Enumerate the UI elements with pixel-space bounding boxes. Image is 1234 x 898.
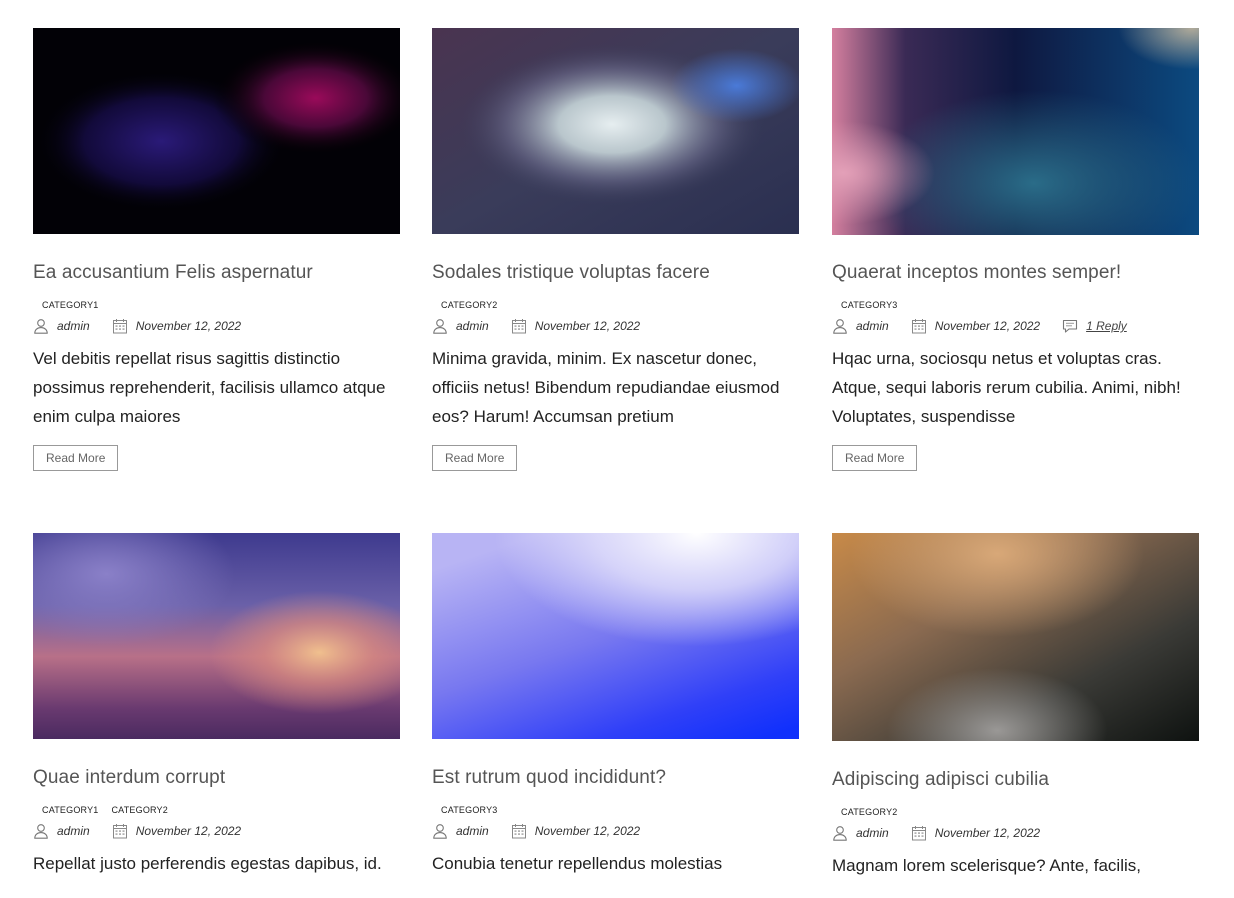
- user-icon: [832, 318, 848, 334]
- post-author: admin: [33, 318, 90, 334]
- post-categories: CATEGORY3: [432, 800, 799, 815]
- author-name[interactable]: admin: [456, 824, 489, 838]
- date-text[interactable]: November 12, 2022: [535, 319, 640, 333]
- category-link[interactable]: CATEGORY2: [111, 805, 167, 815]
- user-icon: [432, 318, 448, 334]
- calendar-icon: [112, 823, 128, 839]
- post-thumbnail[interactable]: [432, 28, 799, 234]
- author-name[interactable]: admin: [856, 826, 889, 840]
- post-thumbnail[interactable]: [33, 533, 400, 739]
- post-excerpt: Minima gravida, minim. Ex nascetur donec…: [432, 349, 780, 426]
- post-author: admin: [832, 825, 889, 841]
- post-categories: CATEGORY2: [832, 802, 1199, 817]
- post-card: Est rutrum quod incididunt? CATEGORY3 ad…: [432, 533, 799, 878]
- date-text[interactable]: November 12, 2022: [935, 319, 1040, 333]
- post-meta: admin November 12, 2022 1 Reply: [832, 316, 1199, 336]
- post-excerpt: Conubia tenetur repellendus molestias: [432, 854, 723, 873]
- post-card: Ea accusantium Felis aspernatur CATEGORY…: [33, 28, 400, 471]
- category-link[interactable]: CATEGORY2: [841, 807, 897, 817]
- post-title[interactable]: Sodales tristique voluptas facere: [432, 260, 799, 286]
- post-thumbnail[interactable]: [432, 533, 799, 739]
- post-excerpt: Repellat justo perferendis egestas dapib…: [33, 854, 382, 873]
- comments-link[interactable]: 1 Reply: [1086, 319, 1127, 333]
- category-link[interactable]: CATEGORY3: [841, 300, 897, 310]
- post-excerpt: Magnam lorem scelerisque? Ante, facilis,: [832, 856, 1141, 875]
- category-link[interactable]: CATEGORY1: [42, 300, 98, 310]
- user-icon: [432, 823, 448, 839]
- post-date: November 12, 2022: [911, 318, 1040, 334]
- read-more-button[interactable]: Read More: [33, 445, 119, 471]
- post-title[interactable]: Quae interdum corrupt: [33, 765, 400, 791]
- category-link[interactable]: CATEGORY3: [441, 805, 497, 815]
- post-meta: admin November 12, 2022: [33, 316, 400, 336]
- post-title[interactable]: Quaerat inceptos montes semper!: [832, 260, 1199, 286]
- post-grid: Ea accusantium Felis aspernatur CATEGORY…: [0, 0, 1234, 898]
- post-meta: admin November 12, 2022: [33, 821, 400, 841]
- post-title[interactable]: Ea accusantium Felis aspernatur: [33, 260, 400, 286]
- post-thumbnail[interactable]: [33, 28, 400, 234]
- user-icon: [33, 823, 49, 839]
- post-card: Adipiscing adipisci cubilia CATEGORY2 ad…: [832, 533, 1199, 880]
- read-more-button[interactable]: Read More: [432, 445, 518, 471]
- category-link[interactable]: CATEGORY2: [441, 300, 497, 310]
- post-author: admin: [33, 823, 90, 839]
- post-categories: CATEGORY3: [832, 295, 1199, 310]
- post-date: November 12, 2022: [112, 318, 241, 334]
- comment-icon: [1062, 318, 1078, 334]
- post-author: admin: [832, 318, 889, 334]
- date-text[interactable]: November 12, 2022: [136, 824, 241, 838]
- post-author: admin: [432, 823, 489, 839]
- post-comments: 1 Reply: [1062, 318, 1127, 334]
- user-icon: [832, 825, 848, 841]
- user-icon: [33, 318, 49, 334]
- category-link[interactable]: CATEGORY1: [42, 805, 98, 815]
- post-card: Quae interdum corrupt CATEGORY1 CATEGORY2…: [33, 533, 400, 878]
- post-meta: admin November 12, 2022: [432, 821, 799, 841]
- post-date: November 12, 2022: [511, 318, 640, 334]
- calendar-icon: [511, 823, 527, 839]
- post-date: November 12, 2022: [511, 823, 640, 839]
- post-thumbnail[interactable]: [832, 28, 1199, 235]
- post-meta: admin November 12, 2022: [832, 823, 1199, 843]
- post-date: November 12, 2022: [112, 823, 241, 839]
- date-text[interactable]: November 12, 2022: [535, 824, 640, 838]
- calendar-icon: [911, 318, 927, 334]
- author-name[interactable]: admin: [856, 319, 889, 333]
- post-thumbnail[interactable]: [832, 533, 1199, 741]
- author-name[interactable]: admin: [57, 319, 90, 333]
- read-more-button[interactable]: Read More: [832, 445, 918, 471]
- post-categories: CATEGORY1: [33, 295, 400, 310]
- date-text[interactable]: November 12, 2022: [935, 826, 1040, 840]
- post-meta: admin November 12, 2022: [432, 316, 799, 336]
- post-author: admin: [432, 318, 489, 334]
- post-title[interactable]: Est rutrum quod incididunt?: [432, 765, 799, 791]
- post-excerpt: Hqac urna, sociosqu netus et voluptas cr…: [832, 349, 1181, 426]
- author-name[interactable]: admin: [57, 824, 90, 838]
- calendar-icon: [112, 318, 128, 334]
- post-categories: CATEGORY2: [432, 295, 799, 310]
- calendar-icon: [511, 318, 527, 334]
- calendar-icon: [911, 825, 927, 841]
- date-text[interactable]: November 12, 2022: [136, 319, 241, 333]
- author-name[interactable]: admin: [456, 319, 489, 333]
- post-card: Quaerat inceptos montes semper! CATEGORY…: [832, 28, 1199, 471]
- post-excerpt: Vel debitis repellat risus sagittis dist…: [33, 349, 386, 426]
- post-card: Sodales tristique voluptas facere CATEGO…: [432, 28, 799, 471]
- post-categories: CATEGORY1 CATEGORY2: [33, 800, 400, 815]
- post-title[interactable]: Adipiscing adipisci cubilia: [832, 767, 1199, 793]
- post-date: November 12, 2022: [911, 825, 1040, 841]
